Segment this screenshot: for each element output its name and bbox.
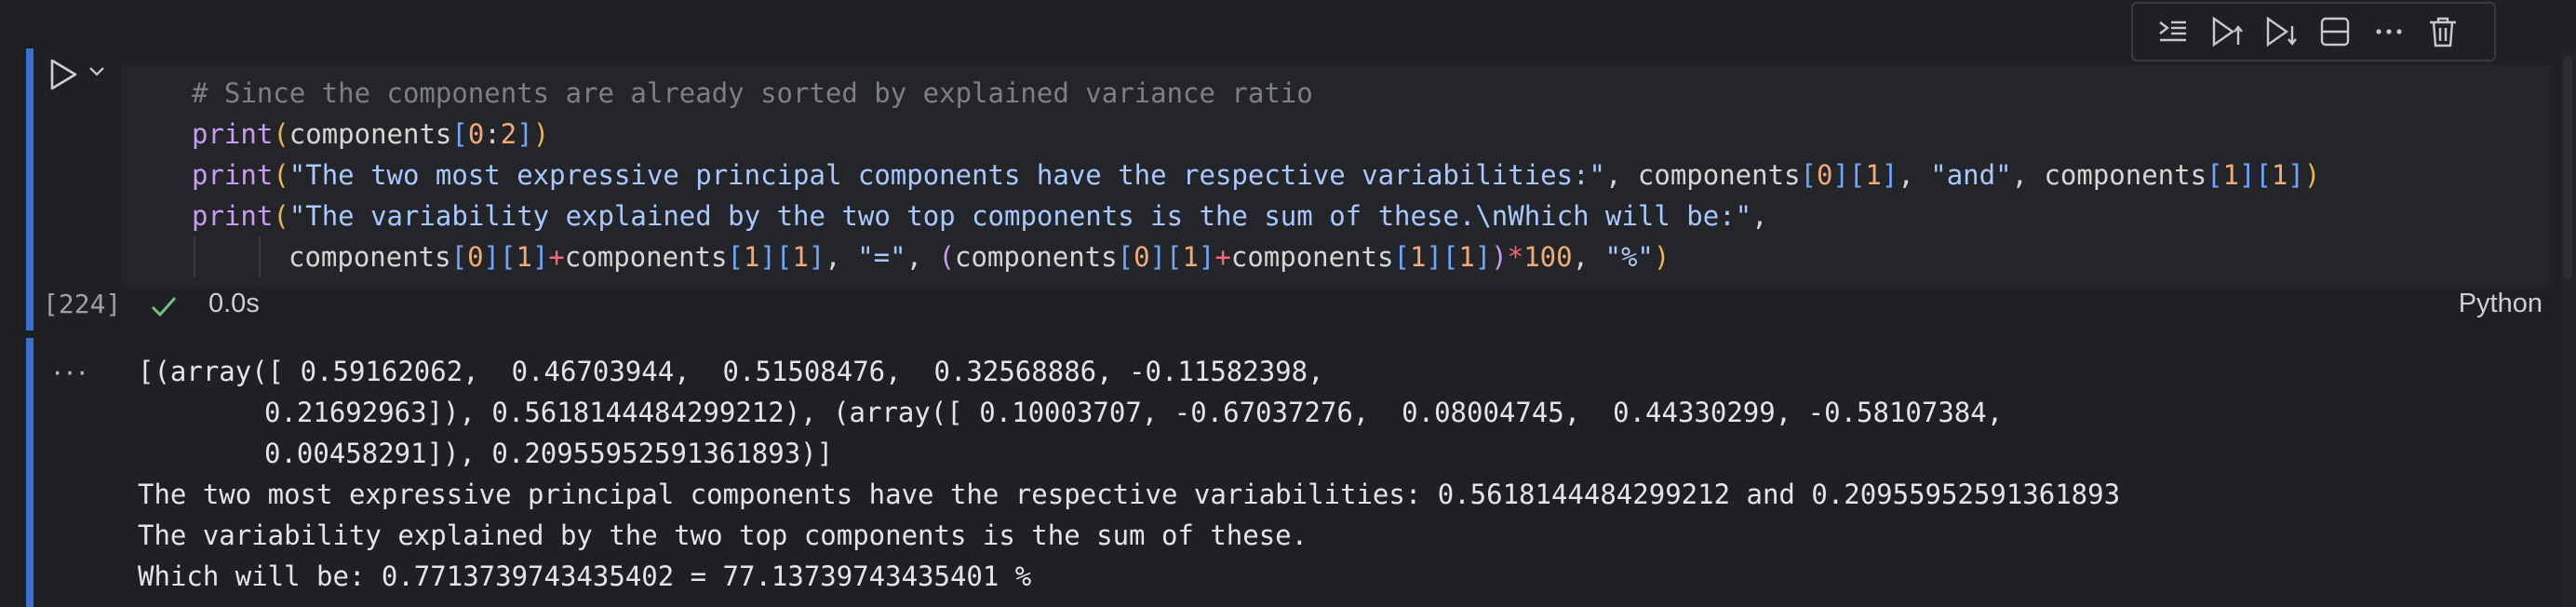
delete-cell-icon: [2430, 17, 2456, 47]
code-token: 2: [500, 118, 517, 150]
check-icon: [151, 297, 177, 317]
output-line: Which will be: 0.7713739743435402 = 77.1…: [138, 560, 1032, 592]
code-token: 0: [467, 118, 485, 150]
output-focus-indicator: [26, 338, 34, 607]
code-token: , components: [1605, 159, 1801, 191]
code-token: (: [273, 159, 289, 191]
code-token: ]: [517, 118, 533, 150]
code-token: ): [2303, 159, 2321, 191]
delete-cell-button[interactable]: [2416, 9, 2470, 54]
code-token: "%": [1604, 241, 1654, 273]
code-token: +: [548, 241, 565, 273]
code-token: *: [1507, 241, 1524, 273]
code-token: 1: [792, 241, 809, 273]
indent-guide: [259, 236, 261, 277]
split-cell-icon: [2320, 17, 2350, 47]
code-token: 1: [2271, 159, 2288, 191]
run-below-icon: [2266, 16, 2297, 47]
run-above-icon: [2212, 16, 2243, 47]
execution-time: 0.0s: [208, 289, 260, 318]
code-token: (: [273, 118, 289, 150]
code-token: "The two most expressive principal compo…: [288, 159, 1605, 191]
more-actions-icon: [2376, 29, 2402, 34]
more-actions-button[interactable]: [2362, 9, 2416, 54]
code-token: 1: [743, 241, 760, 273]
code-token: components: [954, 241, 1118, 273]
code-token: 1: [1182, 241, 1199, 273]
code-comment: # Since the components are already sorte…: [192, 77, 1313, 109]
code-token: print: [192, 118, 274, 150]
code-token: , components: [2011, 159, 2207, 191]
code-token: components: [288, 118, 452, 150]
scrollbar-thumb[interactable]: [2563, 56, 2572, 279]
output-line: The variability explained by the two top…: [138, 519, 1308, 551]
code-token: 1: [1409, 241, 1427, 273]
code-token: 0: [1134, 241, 1150, 273]
kernel-language-selector[interactable]: Python: [2459, 289, 2542, 319]
indent-guide: [194, 236, 195, 277]
code-token: "The variability explained by the two to…: [288, 200, 1752, 232]
execute-above-cells-button[interactable]: [2146, 9, 2200, 54]
code-token: 100: [1523, 241, 1573, 273]
run-above-button[interactable]: [2200, 9, 2254, 54]
code-line-1: # Since the components are already sorte…: [192, 73, 1313, 114]
code-token: ): [532, 118, 550, 150]
code-token: 1: [516, 241, 532, 273]
code-token: (: [273, 200, 289, 232]
execution-count: [224]: [43, 289, 122, 319]
code-token: 1: [1458, 241, 1475, 273]
code-token: ): [1653, 241, 1670, 273]
run-below-button[interactable]: [2254, 9, 2308, 54]
code-token: ,: [1898, 159, 1931, 191]
code-token: :: [484, 118, 501, 150]
output-line: 0.21692963]), 0.5618144484299212), (arra…: [264, 397, 2004, 428]
output-line: 0.00458291]), 0.20955952591361893)]: [264, 438, 834, 469]
execute-above-cells-icon: [2159, 20, 2186, 42]
code-token: +: [1214, 241, 1231, 273]
code-token: print: [192, 159, 274, 191]
code-token: 1: [1865, 159, 1882, 191]
code-line-5: components[0][1]+components[1][1], "=", …: [288, 241, 1670, 273]
code-token: "and": [1930, 159, 2012, 191]
code-token: ,: [1572, 241, 1605, 273]
output-line: The two most expressive principal compon…: [138, 479, 2121, 510]
code-token: 0: [467, 241, 484, 273]
code-token: ,: [1751, 200, 1768, 232]
split-cell-button[interactable]: [2308, 9, 2362, 54]
code-token: "=": [857, 241, 906, 273]
code-line-3: print("The two most expressive principal…: [192, 159, 2321, 191]
code-token: [: [451, 118, 468, 150]
cell-toolbar: [2131, 2, 2496, 61]
chevron-down-icon[interactable]: [86, 60, 108, 82]
code-token: 1: [2222, 159, 2239, 191]
code-token: components: [1230, 241, 1394, 273]
cell-focus-indicator: [26, 48, 34, 330]
output-line: [(array([ 0.59162062, 0.46703944, 0.5150…: [138, 356, 1324, 387]
output-more-icon[interactable]: ···: [52, 354, 89, 390]
code-editor[interactable]: # Since the components are already sorte…: [121, 65, 2553, 287]
code-token: ,: [825, 241, 858, 273]
code-line-4: print("The variability explained by the …: [192, 196, 1768, 236]
code-token: print: [192, 200, 274, 232]
code-token: components: [564, 241, 728, 273]
code-token: ,: [906, 241, 939, 273]
code-token: 0: [1816, 159, 1833, 191]
code-token: components: [288, 241, 451, 273]
code-line-2: print(components[0:2]): [192, 114, 549, 155]
run-cell-icon[interactable]: [45, 56, 82, 93]
